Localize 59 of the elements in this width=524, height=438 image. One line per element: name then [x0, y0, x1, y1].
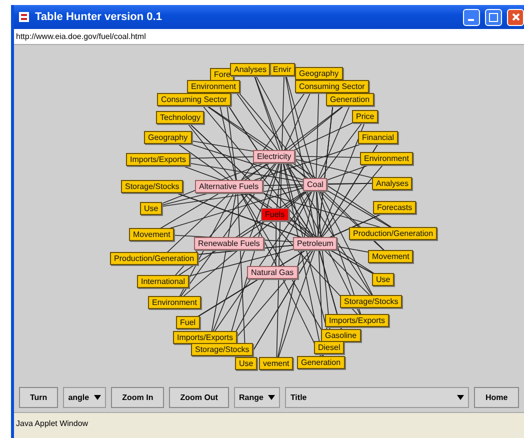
topic-node[interactable]: Generation — [326, 93, 374, 106]
app-icon — [18, 11, 30, 23]
minimize-button[interactable] — [463, 8, 480, 26]
window-title: Table Hunter version 0.1 — [35, 11, 163, 23]
topic-node[interactable]: Generation — [297, 356, 345, 369]
topic-node[interactable]: Production/Generation — [110, 252, 198, 265]
topic-node[interactable]: Production/Generation — [349, 227, 438, 240]
dropdown[interactable]: Range — [234, 386, 280, 408]
topic-node[interactable]: Geography — [144, 131, 192, 144]
topic-node[interactable]: Use — [140, 202, 162, 215]
close-button[interactable] — [507, 8, 524, 26]
category-node[interactable]: Coal — [303, 178, 328, 191]
topic-node[interactable]: Diesel — [314, 341, 344, 354]
category-node[interactable]: Alternative Fuels — [195, 180, 263, 193]
topic-node[interactable]: vement — [259, 357, 294, 370]
topic-node[interactable]: Fuel — [176, 316, 200, 329]
topic-node[interactable]: Price — [352, 110, 378, 123]
toolbar-button[interactable]: Turn — [19, 386, 58, 408]
topic-node[interactable]: Imports/Exports — [126, 153, 190, 166]
maximize-icon — [489, 12, 498, 22]
close-icon — [512, 13, 520, 21]
toolbar-button[interactable]: Home — [474, 386, 519, 408]
topic-node[interactable]: Envir — [269, 63, 296, 76]
topic-node[interactable]: International — [137, 275, 190, 288]
category-node[interactable]: Renewable Fuels — [194, 237, 264, 250]
caret-icon — [94, 394, 102, 400]
topic-node[interactable]: Movement — [129, 228, 174, 241]
topic-node[interactable]: Use — [235, 357, 258, 370]
status-bar: Java Applet Window — [14, 412, 524, 438]
category-node[interactable]: Natural Gas — [247, 266, 298, 279]
topic-node[interactable]: Analyses — [372, 177, 412, 190]
dropdown[interactable]: angle — [63, 386, 106, 408]
topic-node[interactable]: Consuming Sector — [295, 80, 369, 93]
topic-node[interactable]: Technology — [156, 111, 204, 124]
dropdown[interactable]: Title — [285, 386, 470, 408]
topic-node[interactable]: Environment — [148, 296, 201, 309]
topic-node[interactable]: Environment — [360, 152, 413, 165]
topic-node[interactable]: Storage/Stocks — [191, 343, 254, 356]
topic-node[interactable]: Consuming Sector — [157, 93, 231, 106]
topic-node[interactable]: Geography — [295, 67, 343, 80]
topic-node[interactable]: Financial — [358, 131, 398, 144]
category-node[interactable]: Electricity — [253, 150, 296, 163]
topic-node[interactable]: Gasoline — [321, 329, 361, 342]
topic-node[interactable]: Storage/Stocks — [121, 180, 184, 193]
topic-node[interactable]: Use — [372, 273, 394, 286]
toolbar-button[interactable]: Zoom In — [111, 386, 164, 408]
category-node[interactable]: Petroleum — [293, 237, 338, 250]
topic-node[interactable]: Forecasts — [373, 201, 416, 214]
topic-node[interactable]: Storage/Stocks — [340, 295, 402, 308]
topic-node[interactable]: Analyses — [230, 63, 270, 76]
topic-node[interactable]: Imports/Exports — [173, 331, 238, 344]
topic-node[interactable]: Environment — [187, 80, 240, 93]
topic-node[interactable]: Imports/Exports — [325, 314, 390, 327]
topic-node[interactable]: Movement — [368, 250, 414, 263]
caret-icon — [457, 394, 464, 400]
caret-icon — [268, 394, 276, 400]
maximize-button[interactable] — [485, 8, 502, 26]
toolbar-button[interactable]: Zoom Out — [169, 386, 229, 408]
root-node[interactable]: Fuels — [261, 208, 289, 221]
